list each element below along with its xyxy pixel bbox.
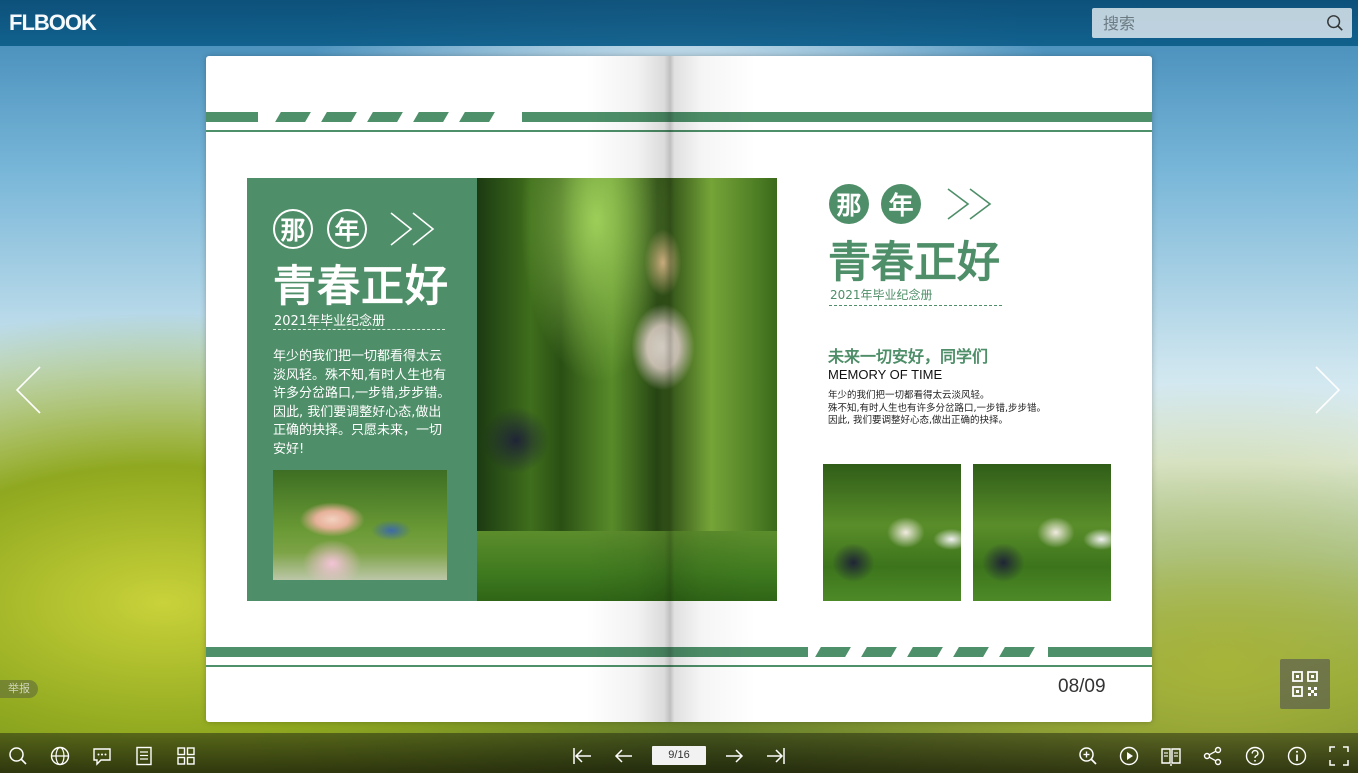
top-thin-line bbox=[206, 130, 1152, 132]
table-of-contents-button[interactable] bbox=[133, 745, 155, 767]
share-icon bbox=[1203, 746, 1222, 766]
info-icon bbox=[1287, 746, 1307, 766]
thumbnails-icon bbox=[177, 747, 195, 765]
thumbnails-button[interactable] bbox=[175, 745, 197, 767]
bottom-dash bbox=[861, 647, 897, 657]
previous-page-button[interactable] bbox=[613, 745, 635, 767]
last-page-button[interactable] bbox=[765, 745, 787, 767]
previous-page-arrow-icon[interactable] bbox=[14, 365, 44, 415]
page-indicator[interactable]: 9/16 bbox=[652, 746, 706, 765]
comment-icon bbox=[93, 748, 111, 766]
bottom-dash bbox=[999, 647, 1035, 657]
section-heading: 未来一切安好，同学们 bbox=[828, 347, 989, 366]
page-number: 08/09 bbox=[1058, 676, 1106, 697]
help-icon bbox=[1245, 746, 1265, 766]
main-photo bbox=[477, 178, 777, 601]
section-paragraph: 年少的我们把一切都看得太云淡风轻。 殊不知,有时人生也有许多分岔路口,一步错,步… bbox=[828, 390, 1088, 428]
page-title: 青春正好 bbox=[273, 262, 449, 312]
search-icon[interactable] bbox=[1326, 14, 1344, 32]
paragraph-line: 因此, 我们要调整好心态,做出正确的抉择。 bbox=[828, 415, 1009, 426]
fullscreen-button[interactable] bbox=[1328, 745, 1350, 767]
bottom-thin-line bbox=[206, 665, 1152, 667]
thumbnail-photo-1 bbox=[823, 464, 961, 601]
search-button[interactable] bbox=[7, 745, 29, 767]
flipbook-spread[interactable]: 那 年 青春正好 2021年毕业纪念册 年少的我们把一切都看得太云淡风轻。殊不知… bbox=[206, 56, 1152, 722]
bottom-dash bbox=[815, 647, 851, 657]
autoplay-icon bbox=[1119, 746, 1139, 766]
yearbook-subtitle: 2021年毕业纪念册 bbox=[830, 288, 933, 302]
table-of-contents-icon bbox=[136, 746, 152, 766]
zoom-in-icon bbox=[1079, 747, 1097, 765]
top-dash bbox=[367, 112, 403, 122]
report-button[interactable]: 举报 bbox=[0, 680, 38, 698]
section-subheading: MEMORY OF TIME bbox=[828, 367, 943, 382]
zoom-in-button[interactable] bbox=[1077, 745, 1099, 767]
double-chevron-icon bbox=[390, 212, 435, 246]
top-dash bbox=[275, 112, 311, 122]
top-dash bbox=[413, 112, 449, 122]
top-dash bbox=[459, 112, 495, 122]
paragraph-line: 年少的我们把一切都看得太云淡风轻。 bbox=[828, 390, 990, 401]
top-dash bbox=[321, 112, 357, 122]
page-title: 青春正好 bbox=[828, 238, 1000, 288]
comment-button[interactable] bbox=[91, 745, 113, 767]
yearbook-subtitle: 2021年毕业纪念册 bbox=[274, 314, 386, 329]
title-circle: 年 bbox=[881, 184, 921, 224]
title-circle: 那 bbox=[273, 209, 313, 249]
single-page-mode-button[interactable] bbox=[1160, 745, 1182, 767]
title-circle: 年 bbox=[327, 209, 367, 249]
bottom-dash bbox=[907, 647, 943, 657]
bottom-stripe-right bbox=[1048, 647, 1152, 657]
double-chevron-icon bbox=[947, 188, 992, 220]
top-bar: FLBOOK bbox=[0, 0, 1358, 46]
qr-code-button[interactable] bbox=[1280, 659, 1330, 709]
help-button[interactable] bbox=[1244, 745, 1266, 767]
top-stripe-right bbox=[522, 112, 1152, 122]
thumbnail-photo-2 bbox=[973, 464, 1111, 601]
fullscreen-icon bbox=[1329, 746, 1349, 766]
next-page-icon bbox=[726, 749, 744, 763]
search-box[interactable] bbox=[1092, 8, 1352, 38]
first-page-button[interactable] bbox=[571, 745, 593, 767]
autoplay-button[interactable] bbox=[1118, 745, 1140, 767]
dotted-divider bbox=[829, 305, 1002, 306]
paragraph-line: 殊不知,有时人生也有许多分岔路口,一步错,步步错。 bbox=[828, 402, 1047, 414]
globe-icon bbox=[50, 746, 70, 766]
top-stripe-left bbox=[206, 112, 258, 122]
share-button[interactable] bbox=[1202, 745, 1224, 767]
last-page-icon bbox=[767, 748, 785, 764]
next-page-button[interactable] bbox=[723, 745, 745, 767]
bottom-stripe-left bbox=[206, 647, 808, 657]
students-photo bbox=[273, 470, 447, 580]
language-button[interactable] bbox=[49, 745, 71, 767]
search-icon bbox=[9, 747, 27, 765]
grass bbox=[477, 531, 777, 601]
bottom-dash bbox=[953, 647, 989, 657]
info-button[interactable] bbox=[1286, 745, 1308, 767]
previous-page-icon bbox=[614, 749, 632, 763]
intro-paragraph: 年少的我们把一切都看得太云淡风轻。殊不知,有时人生也有许多分岔路口,一步错,步步… bbox=[273, 349, 451, 457]
search-input[interactable] bbox=[1092, 8, 1323, 38]
dotted-divider bbox=[273, 329, 445, 330]
flbook-logo[interactable]: FLBOOK bbox=[9, 10, 97, 36]
first-page-icon bbox=[573, 748, 591, 764]
left-title-panel: 那 年 青春正好 2021年毕业纪念册 年少的我们把一切都看得太云淡风轻。殊不知… bbox=[247, 178, 477, 601]
title-circle: 那 bbox=[829, 184, 869, 224]
single-page-mode-icon bbox=[1161, 748, 1181, 766]
next-page-arrow-icon[interactable] bbox=[1312, 365, 1342, 415]
qr-code-icon bbox=[1292, 671, 1318, 697]
